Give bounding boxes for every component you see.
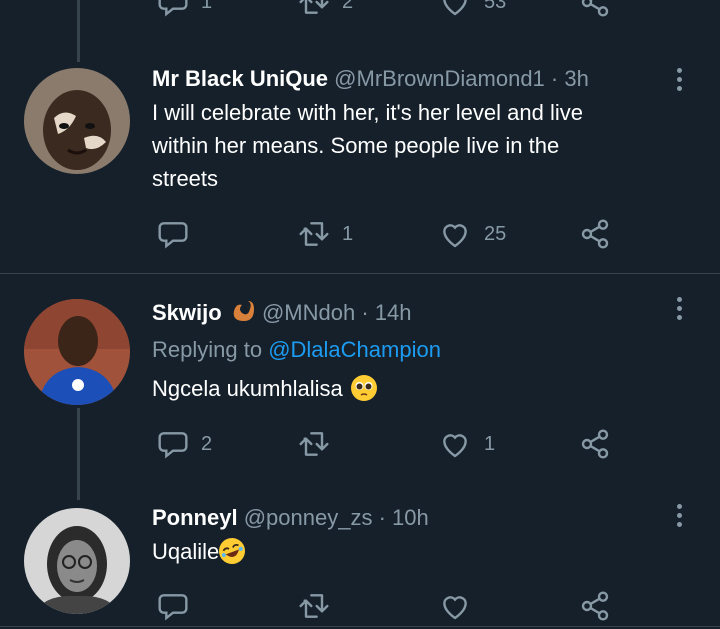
retweet-button[interactable]: 1 — [298, 218, 353, 250]
tweet-text-content: Ngcela ukumhlalisa — [152, 376, 343, 401]
retweet-count: 1 — [342, 222, 354, 245]
thread-line — [77, 408, 80, 500]
tweet-text-line: I will celebrate with her, it's her leve… — [152, 100, 583, 125]
tweet-header: Ponneyl @ponney_zs · 10h — [152, 501, 429, 534]
tweet-text-content: Uqalile — [152, 539, 220, 564]
reply-icon — [158, 0, 188, 17]
retweet-button[interactable]: 2 — [298, 0, 353, 18]
avatar[interactable] — [24, 508, 130, 614]
reply-button[interactable] — [157, 218, 189, 250]
tweet-text-line: streets — [152, 166, 219, 191]
share-button[interactable] — [579, 0, 611, 18]
more-options-button[interactable] — [677, 297, 685, 324]
more-icon — [677, 504, 685, 527]
more-icon — [677, 68, 685, 91]
like-icon — [443, 596, 467, 620]
reply-icon — [158, 594, 188, 621]
timestamp[interactable]: · 3h — [551, 66, 589, 91]
like-count: 53 — [484, 0, 507, 13]
like-button[interactable] — [438, 590, 472, 622]
like-icon — [443, 224, 467, 248]
more-options-button[interactable] — [677, 68, 685, 95]
retweet-button[interactable] — [298, 428, 330, 460]
tweet-text-line: within her means. Some people live in th… — [152, 133, 560, 158]
more-options-button[interactable] — [677, 504, 685, 531]
squirrel-emoji — [228, 299, 256, 323]
retweet-icon — [299, 0, 329, 14]
retweet-button[interactable] — [298, 590, 330, 622]
share-button[interactable] — [579, 218, 611, 250]
avatar[interactable] — [24, 299, 130, 405]
tweet-header: Mr Black UniQue @MrBrownDiamond1 · 3h — [152, 62, 589, 95]
share-icon — [581, 0, 609, 17]
reply-icon — [158, 222, 188, 249]
like-icon — [443, 434, 467, 458]
reply-button[interactable]: 2 — [157, 428, 212, 460]
like-button[interactable]: 1 — [438, 428, 495, 460]
retweet-icon — [299, 222, 329, 246]
reply-count: 2 — [201, 432, 213, 455]
divider — [0, 273, 720, 274]
replying-to: Replying to @DlalaChampion — [152, 333, 441, 366]
user-handle[interactable]: @MrBrownDiamond1 — [334, 66, 545, 91]
retweet-icon — [299, 432, 329, 456]
rolling-laughing-emoji — [215, 534, 249, 568]
display-name[interactable]: Mr Black UniQue — [152, 66, 328, 91]
like-button[interactable]: 25 — [438, 218, 506, 250]
replying-to-link[interactable]: @DlalaChampion — [268, 337, 441, 362]
share-button[interactable] — [579, 590, 611, 622]
replying-label: Replying to — [152, 337, 263, 362]
timestamp[interactable]: · 14h — [361, 300, 411, 325]
avatar[interactable] — [24, 68, 130, 174]
share-icon — [581, 219, 609, 249]
reply-button[interactable] — [157, 590, 189, 622]
share-button[interactable] — [579, 428, 611, 460]
like-count: 1 — [484, 432, 496, 455]
user-handle[interactable]: @MNdoh — [262, 300, 355, 325]
timestamp[interactable]: · 10h — [379, 505, 429, 530]
like-icon — [443, 0, 467, 16]
like-button[interactable]: 53 — [438, 0, 506, 18]
user-handle[interactable]: @ponney_zs — [244, 505, 373, 530]
thread-line-top — [77, 0, 80, 62]
display-name[interactable]: Ponneyl — [152, 505, 238, 530]
retweet-icon — [299, 594, 329, 618]
share-icon — [581, 429, 609, 459]
reply-icon — [158, 432, 188, 459]
tweet-text: Ngcela ukumhlalisa — [152, 372, 377, 405]
pleading-face-emoji — [350, 375, 377, 401]
tweet-header: Skwijo @MNdoh · 14h — [152, 296, 411, 329]
retweet-count: 2 — [342, 0, 354, 13]
share-icon — [581, 591, 609, 621]
reply-button[interactable]: 1 — [157, 0, 212, 18]
reply-count: 1 — [201, 0, 213, 13]
like-count: 25 — [484, 222, 507, 245]
display-name[interactable]: Skwijo — [152, 300, 222, 325]
divider — [0, 626, 720, 627]
more-icon — [677, 297, 685, 320]
tweet-text: Uqalile — [152, 534, 249, 568]
